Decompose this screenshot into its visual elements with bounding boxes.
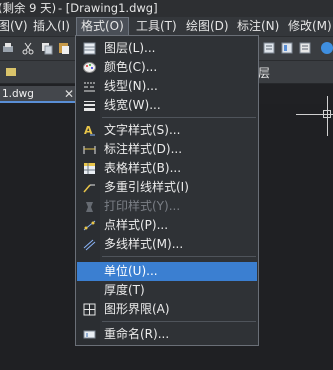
properties-icon[interactable] bbox=[262, 41, 276, 55]
point-style-icon bbox=[82, 218, 97, 233]
multileader-style-icon bbox=[82, 180, 97, 195]
menu-format[interactable]: 格式(O) bbox=[76, 17, 129, 36]
menu-item-multiline-style[interactable]: 多线样式(M)... bbox=[77, 235, 257, 254]
close-tab-icon[interactable]: ✕ bbox=[64, 86, 74, 103]
title-document: - [Drawing1.dwg] bbox=[58, 1, 158, 15]
document-tab[interactable]: 1.dwg ✕ bbox=[0, 86, 78, 103]
copy-icon[interactable] bbox=[40, 41, 54, 55]
document-tab-label: 1.dwg bbox=[2, 88, 34, 100]
tool-palette-icon[interactable] bbox=[298, 41, 312, 55]
menu-modify[interactable]: 修改(M) bbox=[288, 17, 332, 36]
menu-item-dimension-style[interactable]: 标注样式(D)... bbox=[77, 140, 257, 159]
multiline-style-icon bbox=[82, 237, 97, 252]
menu-item-color[interactable]: 颜色(C)... bbox=[77, 58, 257, 77]
linetype-icon bbox=[82, 79, 97, 94]
menu-item-layer[interactable]: 图层(L)... bbox=[77, 39, 257, 58]
help-icon[interactable] bbox=[320, 41, 333, 55]
title-trial-text: (剩余 9 天) bbox=[0, 1, 57, 15]
table-style-icon bbox=[82, 161, 97, 176]
menu-item-multileader-style[interactable]: 多重引线样式(I) bbox=[77, 178, 257, 197]
menu-view[interactable]: 图(V) bbox=[0, 17, 28, 36]
dimension-style-icon bbox=[82, 142, 97, 157]
layer-state-icon[interactable] bbox=[4, 65, 18, 79]
text-style-icon: A bbox=[82, 123, 97, 138]
menu-item-table-style[interactable]: 表格样式(B)... bbox=[77, 159, 257, 178]
menu-insert[interactable]: 插入(I) bbox=[33, 17, 70, 36]
menu-item-point-style[interactable]: 点样式(P)... bbox=[77, 216, 257, 235]
paste-icon[interactable] bbox=[57, 41, 71, 55]
menu-item-plot-style: 打印样式(Y)... bbox=[77, 197, 257, 216]
drawing-limits-icon bbox=[82, 302, 97, 317]
menu-separator bbox=[102, 117, 256, 118]
menu-dimension[interactable]: 标注(N) bbox=[237, 17, 279, 36]
design-center-icon[interactable] bbox=[280, 41, 294, 55]
menu-draw[interactable]: 绘图(D) bbox=[186, 17, 229, 36]
cut-icon[interactable] bbox=[21, 41, 35, 55]
layer-label: 层 bbox=[258, 66, 271, 80]
menu-item-units[interactable]: 单位(U)... bbox=[77, 262, 257, 281]
layers-icon bbox=[82, 41, 97, 56]
lineweight-icon bbox=[82, 98, 97, 113]
menu-item-text-style[interactable]: A 文字样式(S)... bbox=[77, 121, 257, 140]
title-bar: (剩余 9 天) - [Drawing1.dwg] bbox=[0, 0, 333, 17]
menu-item-rename[interactable]: 重命名(R)... bbox=[77, 325, 257, 344]
menu-separator bbox=[102, 321, 256, 322]
rename-icon bbox=[82, 327, 97, 342]
menu-item-lineweight[interactable]: 线宽(W)... bbox=[77, 96, 257, 115]
menu-tools[interactable]: 工具(T) bbox=[136, 17, 177, 36]
menu-item-drawing-limits[interactable]: 图形界限(A) bbox=[77, 300, 257, 319]
menu-item-thickness[interactable]: 厚度(T) bbox=[77, 281, 257, 300]
menu-item-linetype[interactable]: 线型(N)... bbox=[77, 77, 257, 96]
print-icon[interactable] bbox=[1, 41, 15, 55]
format-menu: 图层(L)... 颜色(C)... 线型(N)... 线宽(W)... A 文字… bbox=[75, 35, 259, 346]
menu-bar: 图(V) 插入(I) 格式(O) 工具(T) 绘图(D) 标注(N) 修改(M) bbox=[0, 17, 333, 37]
crosshair-cursor-icon bbox=[296, 96, 333, 136]
color-palette-icon bbox=[82, 60, 97, 75]
plot-style-icon bbox=[82, 199, 97, 214]
menu-separator bbox=[102, 256, 256, 257]
